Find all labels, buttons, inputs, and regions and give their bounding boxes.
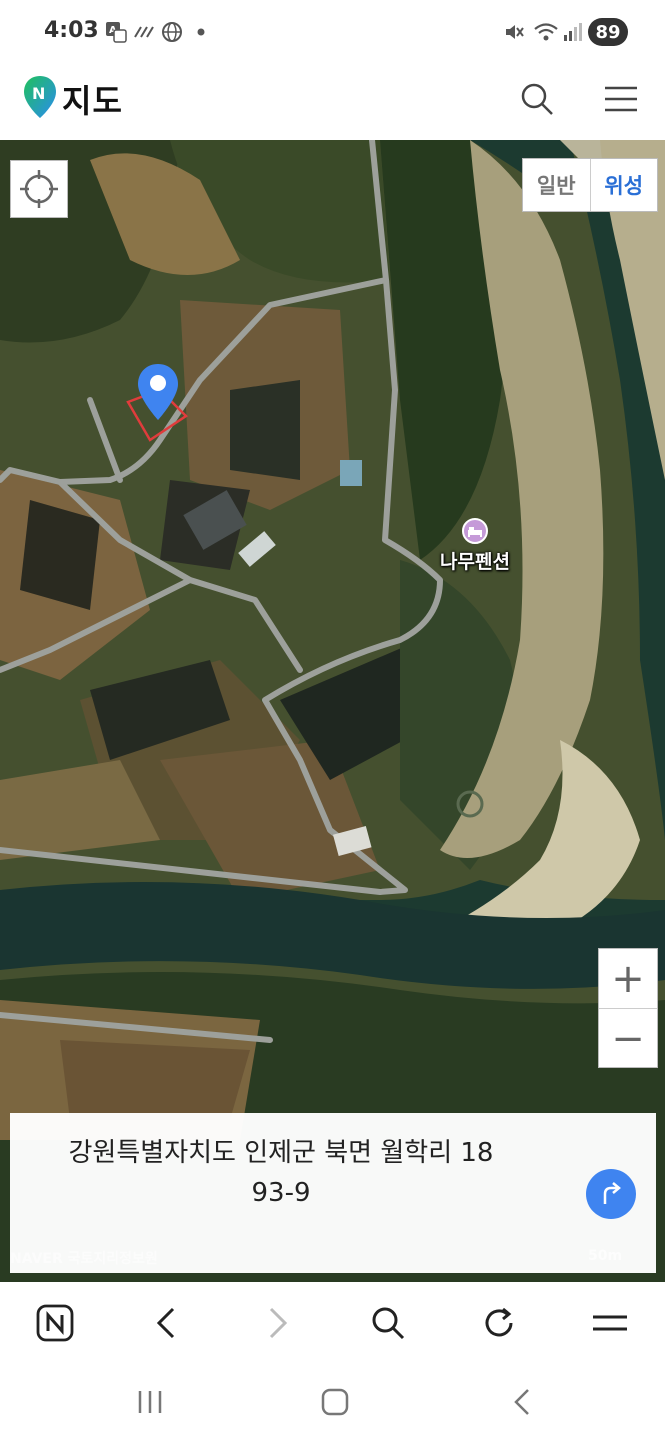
- system-back-button[interactable]: [500, 1382, 544, 1422]
- svg-text:N: N: [32, 84, 45, 103]
- map-attribution: NAVER 국토지리정보원: [10, 1248, 158, 1268]
- satellite-imagery: [0, 140, 665, 1282]
- back-icon: [514, 1389, 529, 1415]
- location-pin-icon[interactable]: [136, 362, 180, 422]
- locate-me-button[interactable]: [10, 160, 68, 218]
- zoom-in-button[interactable]: +: [599, 949, 657, 1009]
- recents-button[interactable]: [128, 1382, 172, 1422]
- search-button[interactable]: [512, 74, 562, 124]
- map-scale: 50m: [588, 1248, 623, 1264]
- forward-button[interactable]: [253, 1298, 303, 1348]
- naver-home-button[interactable]: [30, 1298, 80, 1348]
- battery-indicator: 89: [588, 18, 628, 46]
- system-navigation: [0, 1364, 665, 1440]
- naver-map-logo[interactable]: N: [22, 74, 58, 122]
- search-icon: [521, 83, 553, 115]
- map-type-toggle: 일반 위성: [522, 158, 658, 212]
- map-type-general[interactable]: 일반: [523, 159, 591, 211]
- globe-icon: [160, 20, 184, 44]
- attribution-brand: NAVER: [10, 1251, 63, 1267]
- app-title: 지도: [62, 82, 123, 120]
- naver-home-icon: [36, 1304, 74, 1342]
- zoom-control: + −: [598, 948, 658, 1068]
- tabs-menu-icon: [593, 1315, 627, 1331]
- browser-search-button[interactable]: [363, 1298, 413, 1348]
- poi-marker[interactable]: 나무펜션: [440, 518, 510, 574]
- zoom-out-button[interactable]: −: [599, 1009, 657, 1069]
- status-time: 4:03: [44, 18, 99, 43]
- mute-icon: [502, 20, 526, 44]
- back-icon: [156, 1307, 175, 1339]
- dot-icon: [194, 20, 208, 44]
- map-type-satellite[interactable]: 위성: [591, 159, 658, 211]
- attribution-source: 국토지리정보원: [67, 1251, 158, 1267]
- reload-icon: [485, 1307, 513, 1337]
- reload-button[interactable]: [474, 1298, 524, 1348]
- tabs-menu-button[interactable]: [585, 1298, 635, 1348]
- home-icon: [321, 1388, 349, 1416]
- cell-signal-icon: [560, 20, 584, 44]
- directions-button[interactable]: [586, 1169, 636, 1219]
- poi-label: 나무펜션: [440, 551, 510, 573]
- signal-slash-icon: [132, 20, 156, 44]
- status-bar: 4:03 A 89: [0, 0, 665, 62]
- menu-icon: [605, 86, 637, 112]
- menu-button[interactable]: [596, 74, 646, 124]
- crosshair-icon: [20, 170, 58, 208]
- forward-icon: [269, 1307, 288, 1339]
- directions-icon: [603, 1182, 621, 1204]
- app-header: N 지도: [0, 62, 665, 140]
- back-button[interactable]: [141, 1298, 191, 1348]
- address-line-1: 강원특별자치도 인제군 북면 월학리 18: [68, 1138, 494, 1168]
- bed-icon: [461, 518, 488, 544]
- address-line-2: 93-9: [251, 1178, 311, 1208]
- address-text: 강원특별자치도 인제군 북면 월학리 18 93-9: [36, 1133, 526, 1213]
- recents-icon: [138, 1391, 162, 1413]
- browser-toolbar: [0, 1282, 665, 1364]
- translate-icon: A: [104, 20, 128, 44]
- wifi-icon: [532, 20, 560, 44]
- satellite-map[interactable]: 일반 위성 나무펜션 + − 강원특별자치도 인제군 북면 월학리 18 93-…: [0, 140, 665, 1282]
- home-button[interactable]: [313, 1382, 357, 1422]
- search-icon: [372, 1307, 405, 1340]
